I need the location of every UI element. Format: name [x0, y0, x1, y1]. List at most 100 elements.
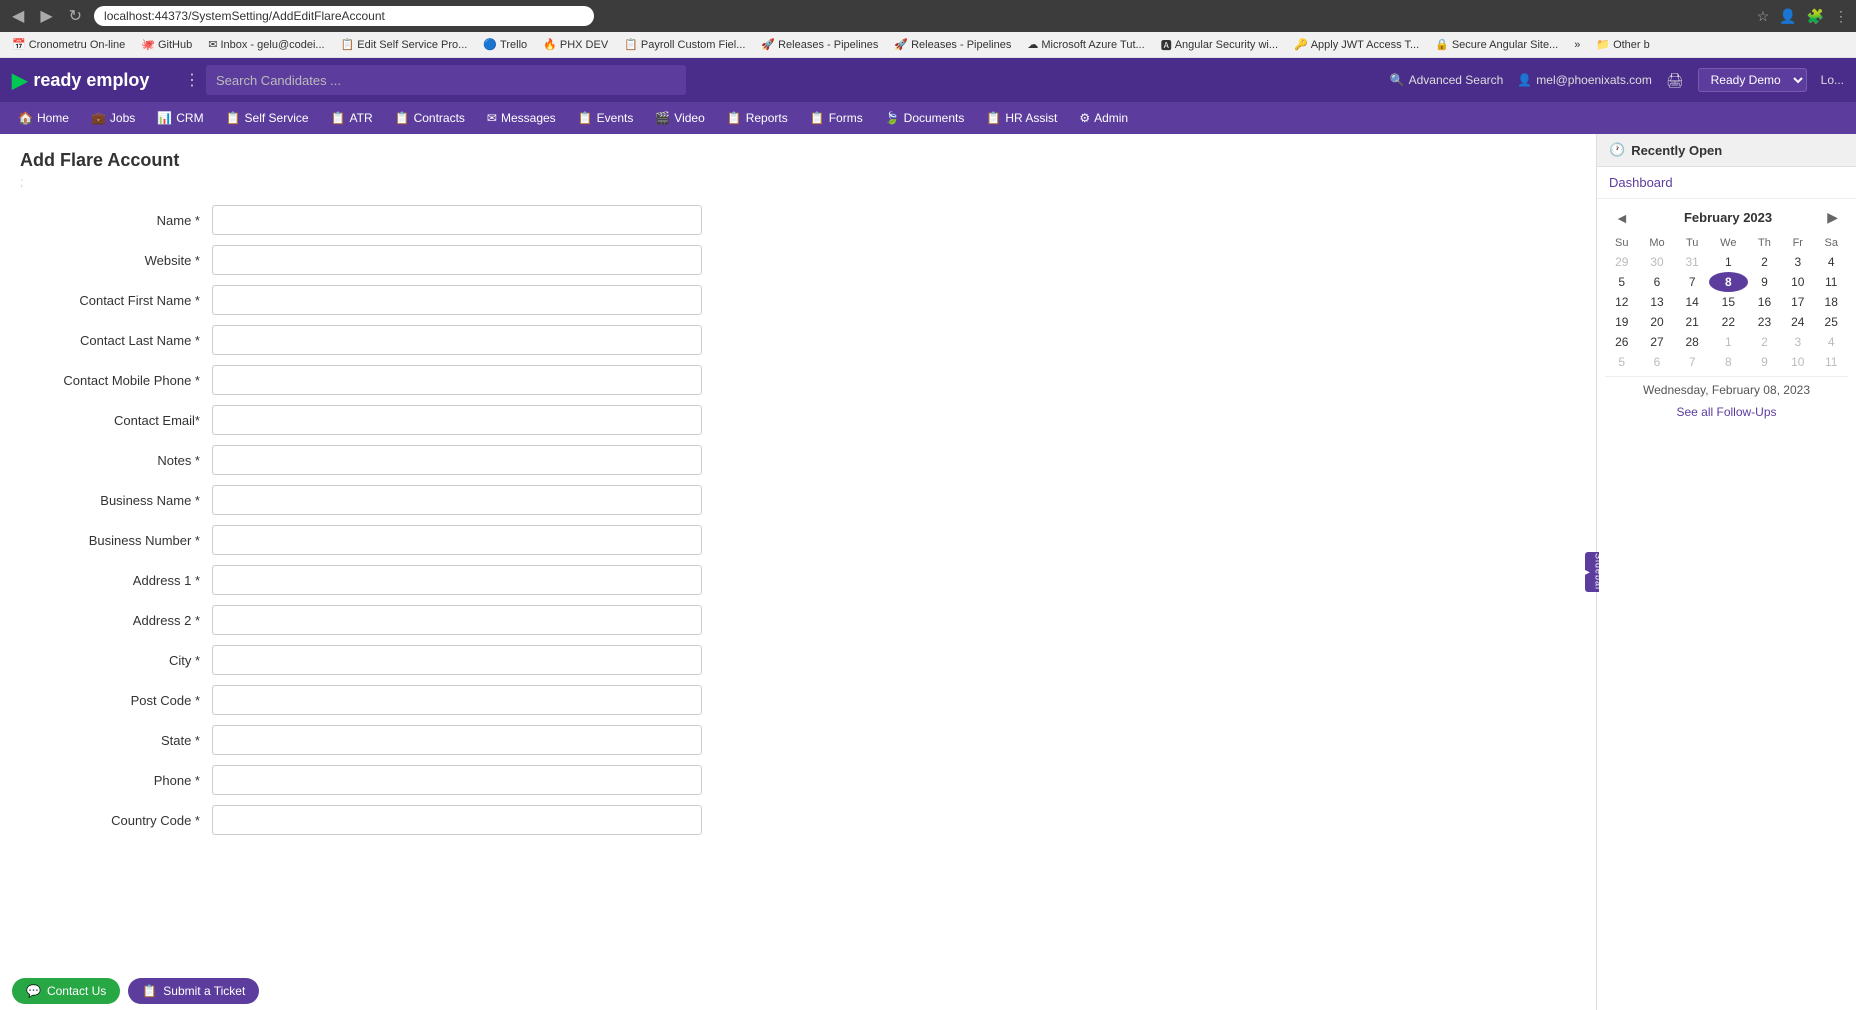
input-contact_mobile_phone[interactable]: [212, 365, 702, 395]
advanced-search-button[interactable]: 🔍 Advanced Search: [1390, 73, 1504, 87]
input-contact_last_name[interactable]: [212, 325, 702, 355]
extension-icon[interactable]: 🧩: [1807, 8, 1824, 25]
calendar-cell-w5-d0[interactable]: 5: [1605, 352, 1639, 372]
nav-video[interactable]: 🎬 Video: [645, 107, 714, 129]
calendar-cell-w4-d0[interactable]: 26: [1605, 332, 1639, 352]
submit-ticket-button[interactable]: 📋 Submit a Ticket: [128, 978, 259, 1004]
bookmark-item-1[interactable]: 🐙GitHub: [135, 36, 198, 53]
calendar-cell-w2-d3[interactable]: 15: [1709, 292, 1748, 312]
nav-contracts[interactable]: 📋 Contracts: [385, 107, 475, 129]
nav-documents[interactable]: 🍃 Documents: [875, 107, 975, 129]
calendar-cell-w3-d4[interactable]: 23: [1748, 312, 1781, 332]
calendar-cell-w5-d6[interactable]: 11: [1814, 352, 1848, 372]
search-input[interactable]: [206, 65, 686, 95]
calendar-cell-w2-d4[interactable]: 16: [1748, 292, 1781, 312]
calendar-cell-w4-d4[interactable]: 2: [1748, 332, 1781, 352]
header-dots-icon[interactable]: ⋮: [184, 70, 200, 90]
input-contact_email[interactable]: [212, 405, 702, 435]
calendar-cell-w4-d2[interactable]: 28: [1676, 332, 1709, 352]
input-business_number[interactable]: [212, 525, 702, 555]
calendar-cell-w4-d3[interactable]: 1: [1709, 332, 1748, 352]
input-country_code[interactable]: [212, 805, 702, 835]
nav-hr-assist[interactable]: 📋 HR Assist: [976, 107, 1067, 129]
calendar-cell-w0-d0[interactable]: 29: [1605, 252, 1639, 272]
calendar-cell-w1-d0[interactable]: 5: [1605, 272, 1639, 292]
input-address1[interactable]: [212, 565, 702, 595]
nav-crm[interactable]: 📊 CRM: [147, 107, 213, 129]
bookmark-item-6[interactable]: 📋Payroll Custom Fiel...: [618, 36, 751, 53]
calendar-next-button[interactable]: ▶: [1821, 207, 1844, 228]
calendar-cell-w2-d0[interactable]: 12: [1605, 292, 1639, 312]
input-name[interactable]: [212, 205, 702, 235]
profile-icon[interactable]: 👤: [1779, 8, 1796, 25]
bookmark-item-11[interactable]: 🔑Apply JWT Access T...: [1288, 36, 1425, 53]
calendar-cell-w0-d4[interactable]: 2: [1748, 252, 1781, 272]
bookmark-item-14[interactable]: 📁Other b: [1590, 36, 1655, 53]
dashboard-link[interactable]: Dashboard: [1609, 175, 1673, 190]
calendar-cell-w1-d1[interactable]: 6: [1639, 272, 1676, 292]
nav-jobs[interactable]: 💼 Jobs: [81, 107, 145, 129]
reload-button[interactable]: ↻: [65, 4, 86, 28]
nav-admin[interactable]: ⚙ Admin: [1069, 107, 1138, 129]
calendar-cell-w4-d6[interactable]: 4: [1814, 332, 1848, 352]
input-city[interactable]: [212, 645, 702, 675]
calendar-cell-w3-d2[interactable]: 21: [1676, 312, 1709, 332]
see-all-followups-link[interactable]: See all Follow-Ups: [1676, 405, 1776, 419]
bookmark-item-7[interactable]: 🚀Releases - Pipelines: [755, 36, 884, 53]
calendar-cell-w3-d1[interactable]: 20: [1639, 312, 1676, 332]
bookmark-item-13[interactable]: »: [1568, 37, 1586, 53]
calendar-cell-w1-d2[interactable]: 7: [1676, 272, 1709, 292]
calendar-cell-w2-d2[interactable]: 14: [1676, 292, 1709, 312]
nav-forms[interactable]: 📋 Forms: [800, 107, 873, 129]
url-bar[interactable]: localhost:44373/SystemSetting/AddEditFla…: [94, 6, 594, 26]
bookmark-icon[interactable]: ☆: [1757, 8, 1770, 25]
calendar-cell-w0-d1[interactable]: 30: [1639, 252, 1676, 272]
input-phone[interactable]: [212, 765, 702, 795]
nav-reports[interactable]: 📋 Reports: [717, 107, 798, 129]
bookmark-item-5[interactable]: 🔥PHX DEV: [537, 36, 614, 53]
nav-events[interactable]: 📋 Events: [568, 107, 644, 129]
sidebar-toggle[interactable]: Sidebar ▶: [1585, 552, 1599, 592]
login-button[interactable]: Lo...: [1821, 73, 1844, 87]
bookmark-item-12[interactable]: 🔒Secure Angular Site...: [1429, 36, 1564, 53]
nav-home[interactable]: 🏠 Home: [8, 107, 79, 129]
calendar-cell-w3-d3[interactable]: 22: [1709, 312, 1748, 332]
app-logo[interactable]: ▶ ready employ: [12, 68, 172, 93]
forward-button[interactable]: ▶: [36, 4, 56, 28]
calendar-cell-w0-d6[interactable]: 4: [1814, 252, 1848, 272]
back-button[interactable]: ◀: [8, 4, 28, 28]
calendar-cell-w4-d1[interactable]: 27: [1639, 332, 1676, 352]
calendar-cell-w2-d5[interactable]: 17: [1781, 292, 1814, 312]
calendar-cell-w0-d3[interactable]: 1: [1709, 252, 1748, 272]
calendar-cell-w2-d1[interactable]: 13: [1639, 292, 1676, 312]
nav-messages[interactable]: ✉ Messages: [477, 107, 566, 129]
calendar-cell-w5-d5[interactable]: 10: [1781, 352, 1814, 372]
calendar-cell-w3-d0[interactable]: 19: [1605, 312, 1639, 332]
calendar-cell-w1-d3[interactable]: 8: [1709, 272, 1748, 292]
calendar-cell-w3-d6[interactable]: 25: [1814, 312, 1848, 332]
input-post_code[interactable]: [212, 685, 702, 715]
bookmark-item-4[interactable]: 🔵Trello: [477, 36, 533, 53]
calendar-cell-w2-d6[interactable]: 18: [1814, 292, 1848, 312]
bookmark-item-9[interactable]: ☁Microsoft Azure Tut...: [1021, 36, 1150, 53]
input-notes[interactable]: [212, 445, 702, 475]
menu-icon[interactable]: ⋮: [1834, 8, 1848, 25]
user-menu[interactable]: 👤 mel@phoenixats.com: [1517, 73, 1652, 87]
input-address2[interactable]: [212, 605, 702, 635]
nav-atr[interactable]: 📋 ATR: [321, 107, 383, 129]
input-state[interactable]: [212, 725, 702, 755]
demo-select[interactable]: Ready Demo: [1698, 68, 1807, 92]
calendar-cell-w1-d6[interactable]: 11: [1814, 272, 1848, 292]
calendar-cell-w5-d4[interactable]: 9: [1748, 352, 1781, 372]
calendar-cell-w5-d3[interactable]: 8: [1709, 352, 1748, 372]
calendar-cell-w1-d4[interactable]: 9: [1748, 272, 1781, 292]
calendar-cell-w0-d5[interactable]: 3: [1781, 252, 1814, 272]
input-business_name[interactable]: [212, 485, 702, 515]
calendar-cell-w1-d5[interactable]: 10: [1781, 272, 1814, 292]
input-contact_first_name[interactable]: [212, 285, 702, 315]
nav-self-service[interactable]: 📋 Self Service: [216, 107, 319, 129]
bookmark-item-3[interactable]: 📋Edit Self Service Pro...: [335, 36, 474, 53]
calendar-cell-w4-d5[interactable]: 3: [1781, 332, 1814, 352]
input-website[interactable]: [212, 245, 702, 275]
bookmark-item-8[interactable]: 🚀Releases - Pipelines: [888, 36, 1017, 53]
